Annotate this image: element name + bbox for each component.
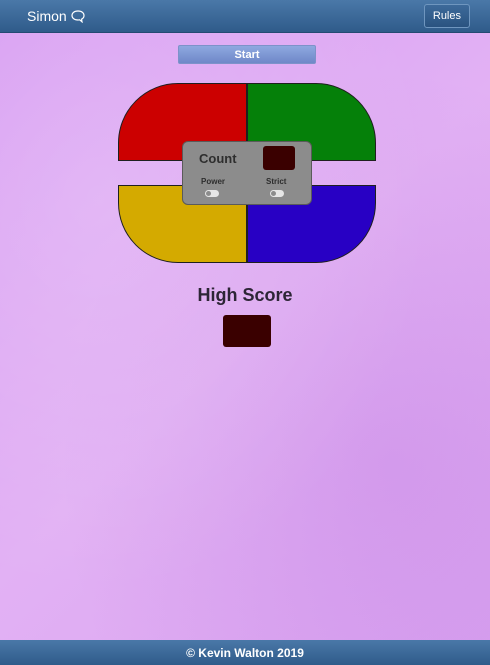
simon-board: Count Power Strict — [118, 83, 376, 263]
control-panel: Count Power Strict — [182, 141, 312, 205]
rules-button[interactable]: Rules — [423, 4, 470, 28]
power-toggle-knob — [206, 191, 211, 196]
power-label: Power — [201, 177, 226, 186]
brand-title: Simon — [27, 8, 67, 24]
navbar: Simon Rules — [0, 0, 490, 33]
speech-bubble-icon — [71, 9, 85, 23]
strict-label: Strict — [266, 177, 287, 186]
footer-text: © Kevin Walton 2019 — [186, 645, 304, 660]
footer: © Kevin Walton 2019 — [0, 640, 490, 665]
power-toggle[interactable] — [205, 190, 219, 197]
high-score-title: High Score — [197, 285, 293, 305]
strict-toggle-knob — [271, 191, 276, 196]
start-button[interactable]: Start — [178, 45, 316, 64]
strict-toggle[interactable] — [270, 190, 284, 197]
brand[interactable]: Simon — [27, 8, 85, 24]
count-label: Count — [199, 151, 237, 166]
count-display — [263, 146, 295, 170]
high-score-display — [223, 315, 271, 347]
